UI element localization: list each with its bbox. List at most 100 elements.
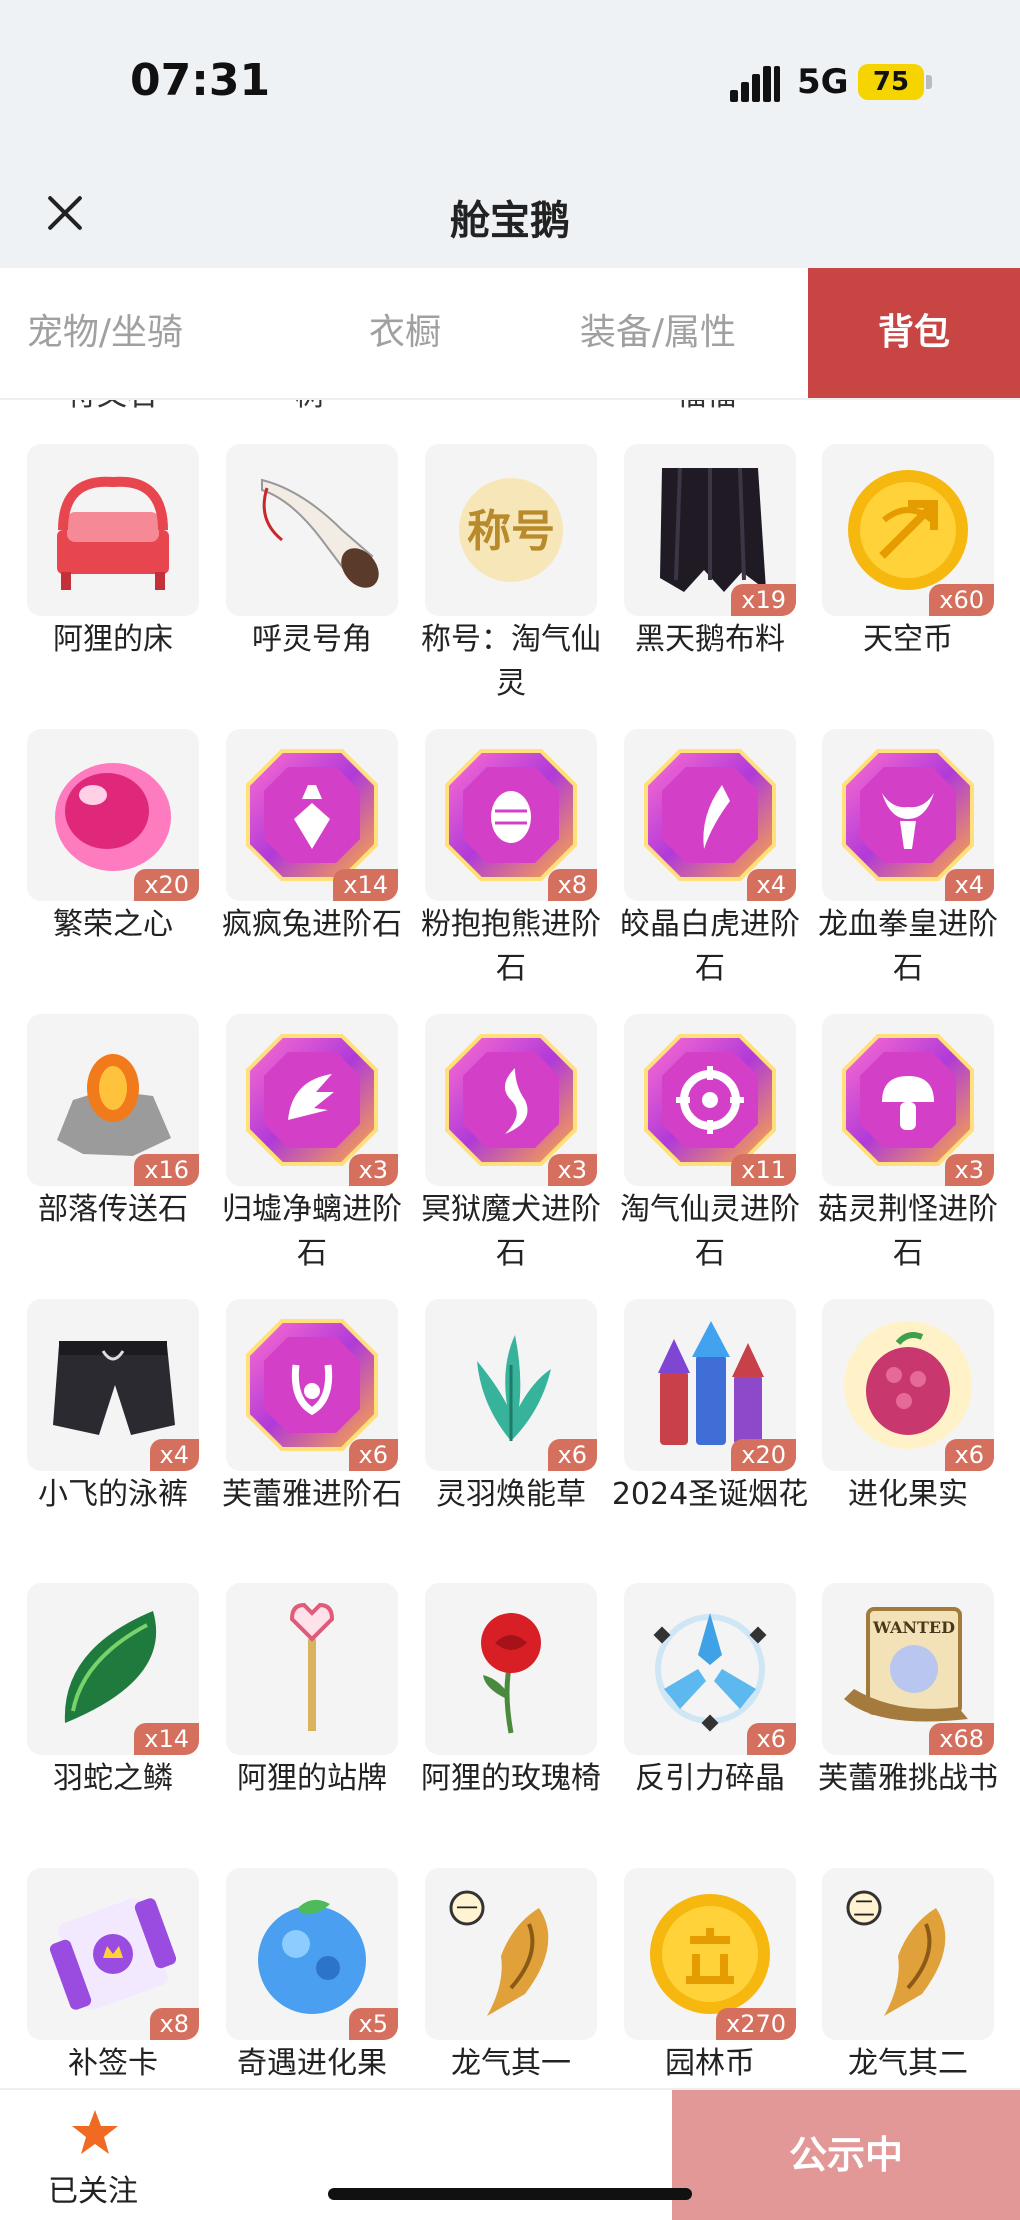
backpack-item[interactable]: x3 冥狱魔犬进阶石 [421, 1014, 601, 1276]
backpack-item[interactable]: 阿狸的站牌 [226, 1583, 398, 1801]
item-tile[interactable]: x3 [226, 1014, 398, 1186]
item-label: 冥狱魔犬进阶石 [421, 1192, 601, 1271]
item-label: 龙气其二 [848, 2046, 968, 2081]
backpack-item[interactable]: x14 羽蛇之鳞 [27, 1583, 199, 1801]
item-tile[interactable]: 一 [425, 1868, 597, 2040]
item-tile[interactable]: x3 [425, 1014, 597, 1186]
feather-grass-icon [477, 1335, 551, 1441]
item-label: 部落传送石 [38, 1192, 188, 1227]
backpack-item[interactable]: 称号 称号：淘气仙灵 [421, 444, 601, 706]
item-tile[interactable]: x4 [27, 1299, 199, 1471]
backpack-item[interactable]: x5 奇遇进化果 [226, 1868, 398, 2086]
item-tile[interactable]: WANTED x68 [822, 1583, 994, 1755]
quantity-badge: x68 [929, 1723, 994, 1755]
item-tile[interactable]: x4 [624, 729, 796, 901]
backpack-item[interactable]: WANTED x68 芙蕾雅挑战书 [818, 1583, 998, 1801]
crystal-shard-icon [653, 1613, 767, 1732]
pink-heart-gem-icon [55, 763, 171, 871]
item-label: 灵羽焕能草 [436, 1477, 586, 1512]
item-tile[interactable]: x8 [425, 729, 597, 901]
backpack-item[interactable]: x3 归墟净螭进阶石 [222, 1014, 402, 1276]
backpack-item[interactable]: x6 芙蕾雅进阶石 [222, 1299, 402, 1517]
item-tile[interactable] [425, 1583, 597, 1755]
backpack-item[interactable]: x4 龙血拳皇进阶石 [818, 729, 998, 991]
item-tile[interactable]: x16 [27, 1014, 199, 1186]
item-tile[interactable]: x14 [226, 729, 398, 901]
battery-cap [926, 75, 932, 89]
signal-icon [730, 66, 782, 102]
item-label: 疯疯兔进阶石 [222, 907, 402, 942]
backpack-item[interactable]: x4 皎晶白虎进阶石 [620, 729, 800, 991]
backpack-item[interactable]: x11 淘气仙灵进阶石 [620, 1014, 800, 1276]
quantity-badge: x11 [731, 1154, 796, 1186]
item-tile[interactable]: x6 [226, 1299, 398, 1471]
backpack-item[interactable]: 一龙气其一 [425, 1868, 597, 2086]
item-tile[interactable]: x60 [822, 444, 994, 616]
tab-equipment[interactable]: 装备/属性 [548, 268, 768, 398]
backpack-item[interactable]: x6 灵羽焕能草 [425, 1299, 597, 1517]
item-tile[interactable]: x4 [822, 729, 994, 901]
quantity-badge: x14 [134, 1723, 199, 1755]
item-tile[interactable]: x3 [822, 1014, 994, 1186]
item-tile[interactable]: 称号 [425, 444, 597, 616]
item-label: 淘气仙灵进阶石 [620, 1192, 800, 1271]
tab-backpack[interactable]: 背包 [808, 268, 1020, 398]
backpack-item[interactable]: x20 繁荣之心 [27, 729, 199, 947]
backpack-item[interactable]: x16 部落传送石 [27, 1014, 199, 1232]
backpack-item[interactable]: x8 补签卡 [27, 1868, 199, 2086]
backpack-item[interactable]: 阿狸的玫瑰椅 [421, 1583, 601, 1801]
item-tile[interactable]: 二 [822, 1868, 994, 2040]
item-label: 阿狸的床 [53, 622, 173, 657]
follow-label[interactable]: 已关注 [48, 2166, 138, 2210]
status-bar: 07:31 5G 75 [0, 0, 1020, 160]
item-tile[interactable]: x6 [624, 1583, 796, 1755]
item-tile[interactable] [226, 444, 398, 616]
item-tile[interactable]: x6 [822, 1299, 994, 1471]
quantity-badge: x6 [746, 1723, 796, 1755]
item-tile[interactable]: x19 [624, 444, 796, 616]
item-tile[interactable]: x20 [624, 1299, 796, 1471]
item-tile[interactable]: x5 [226, 1868, 398, 2040]
backpack-item[interactable]: x4 小飞的泳裤 [27, 1299, 199, 1517]
backpack-item[interactable]: x270 园林币 [624, 1868, 796, 2086]
quantity-badge: x5 [348, 2008, 398, 2040]
backpack-item[interactable]: 二龙气其二 [822, 1868, 994, 2086]
item-tile[interactable]: x20 [27, 729, 199, 901]
item-tile[interactable]: x14 [27, 1583, 199, 1755]
backpack-item[interactable]: x3 菇灵荆怪进阶石 [818, 1014, 998, 1276]
item-tile[interactable]: x6 [425, 1299, 597, 1471]
backpack-item[interactable]: x20 2024圣诞烟花 [612, 1299, 808, 1517]
quantity-badge: x4 [746, 869, 796, 901]
item-tile[interactable] [226, 1583, 398, 1755]
item-label: 补签卡 [68, 2046, 158, 2081]
backpack-item[interactable]: x60 天空币 [822, 444, 994, 662]
item-tile[interactable]: x270 [624, 1868, 796, 2040]
backpack-item[interactable]: x14 疯疯兔进阶石 [222, 729, 402, 947]
backpack-item[interactable]: x8 粉抱抱熊进阶石 [421, 729, 601, 991]
quantity-badge: x270 [715, 2008, 796, 2040]
tab-pets[interactable]: 宠物/坐骑 [0, 268, 210, 398]
swim-shorts-icon [53, 1341, 175, 1435]
backpack-item[interactable]: x6 进化果实 [822, 1299, 994, 1517]
item-label: 奇遇进化果 [237, 2046, 387, 2081]
public-status-button[interactable]: 公示中 [672, 2090, 1020, 2220]
backpack-item[interactable]: 呼灵号角 [226, 444, 398, 662]
gem-mushroom-icon [842, 1034, 974, 1166]
item-label: 园林币 [665, 2046, 755, 2081]
backpack-item[interactable]: 阿狸的床 [27, 444, 199, 662]
tab-wardrobe[interactable]: 衣橱 [300, 268, 510, 398]
teleport-stone-icon [57, 1054, 171, 1156]
item-label: 呼灵号角 [252, 622, 372, 657]
fireworks-icon [658, 1321, 764, 1445]
quantity-badge: x19 [731, 584, 796, 616]
backpack-item[interactable]: x19 黑天鹅布料 [624, 444, 796, 662]
item-label: 归墟净螭进阶石 [222, 1192, 402, 1271]
page-title: 舱宝鹅 [450, 198, 570, 244]
item-tile[interactable]: x11 [624, 1014, 796, 1186]
backpack-item[interactable]: x6 反引力碎晶 [624, 1583, 796, 1801]
item-tile[interactable]: x8 [27, 1868, 199, 2040]
item-tile[interactable] [27, 444, 199, 616]
dragon-claw-two-icon: 二 [846, 1890, 946, 2016]
svg-text:称号: 称号 [467, 506, 555, 557]
star-icon[interactable] [70, 2108, 120, 2158]
